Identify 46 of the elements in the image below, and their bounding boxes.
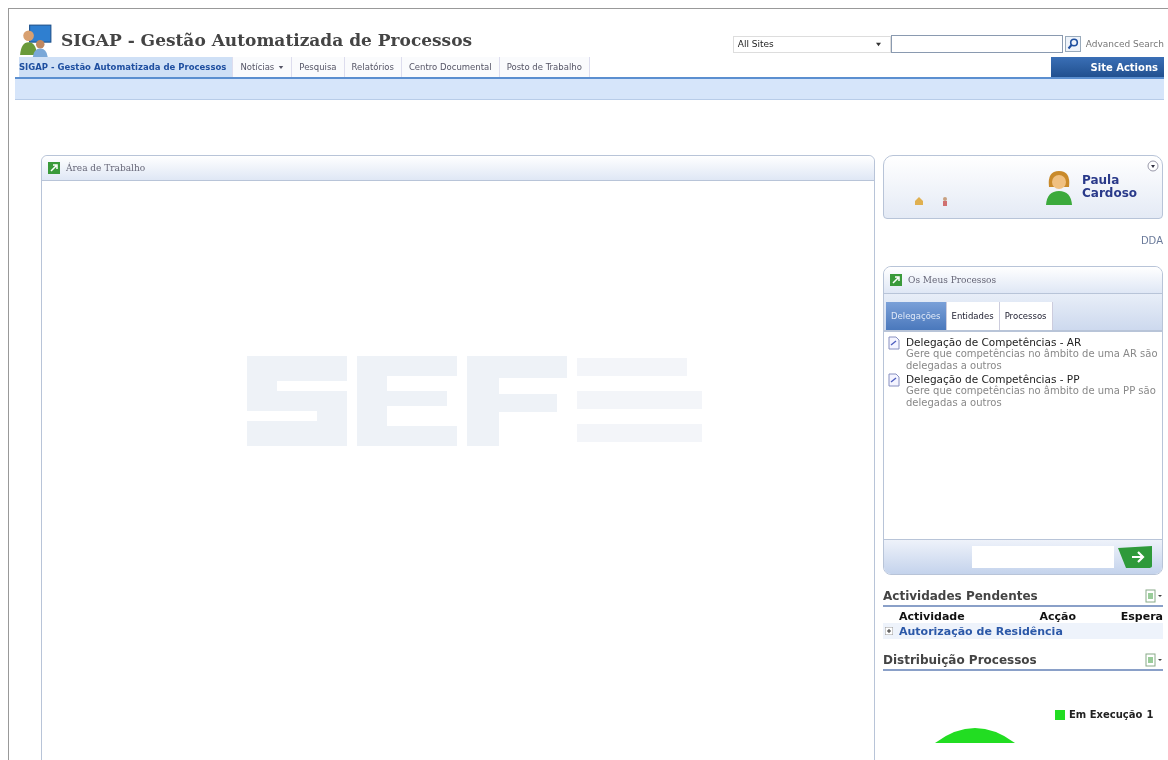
document-menu-icon[interactable] <box>1145 589 1163 603</box>
search-field[interactable] <box>890 35 1063 53</box>
advanced-search-link[interactable]: Advanced Search <box>1085 39 1164 49</box>
house-icon[interactable] <box>914 196 924 206</box>
expand-icon[interactable] <box>885 627 893 635</box>
column-header: Espera <box>1120 610 1163 623</box>
activity-row[interactable]: Autorização de Residência <box>883 623 1163 639</box>
panel-title: Os Meus Processos <box>908 275 997 285</box>
caret-icon <box>874 41 882 47</box>
column-header: Actividade <box>899 610 965 623</box>
document-menu-icon[interactable] <box>1145 653 1163 667</box>
panel-title: Área de Trabalho <box>66 163 146 173</box>
nav-tab[interactable]: Notícias <box>233 57 293 77</box>
quick-jump-field[interactable] <box>972 546 1114 568</box>
section-title: Actividades Pendentes <box>883 589 1038 603</box>
section-title: Distribuição Processos <box>883 653 1037 667</box>
nav-tab[interactable]: Centro Documental <box>401 57 500 77</box>
collapse-icon[interactable] <box>1147 160 1159 172</box>
tab[interactable]: Entidades <box>946 302 1000 330</box>
avatar-icon <box>1044 169 1074 205</box>
nav-tab[interactable]: SIGAP - Gestão Automatizada de Processos <box>19 57 234 77</box>
nav-tab[interactable]: Relatórios <box>344 57 402 77</box>
legend-count: 1 <box>1146 709 1154 720</box>
scope-dropdown[interactable]: All Sites <box>732 35 891 53</box>
people-monitor-icon <box>19 23 53 57</box>
legend-label: Em Execução <box>1069 709 1143 720</box>
site-actions-button[interactable]: Site Actions <box>1050 57 1164 77</box>
process-description: Gere que competências no âmbito de uma PP são delegadas a outros <box>906 385 1157 408</box>
document-icon <box>888 336 900 350</box>
document-icon <box>888 373 900 387</box>
person-icon[interactable] <box>940 196 950 206</box>
panel-icon <box>890 274 902 286</box>
tab[interactable]: Processos <box>999 302 1053 330</box>
unit-label: DDA <box>1140 235 1163 246</box>
process-link[interactable]: Delegação de Competências - AR <box>906 336 1158 348</box>
column-header: Acção <box>1039 610 1076 623</box>
nav-tab[interactable]: Pesquisa <box>292 57 345 77</box>
panel-icon <box>48 162 60 174</box>
go-arrow-button[interactable] <box>1118 546 1154 568</box>
nav-tab[interactable]: Posto de Trabalho <box>499 57 590 77</box>
caret-icon <box>278 64 285 70</box>
site-title: SIGAP - Gestão Automatizada de Processos <box>61 30 473 50</box>
process-link[interactable]: Delegação de Competências - PP <box>906 373 1158 385</box>
user-name[interactable]: Paula Cardoso <box>1082 173 1142 201</box>
search-icon[interactable] <box>1064 36 1081 52</box>
process-description: Gere que competências no âmbito de uma AR são delegadas a outros <box>906 348 1158 371</box>
